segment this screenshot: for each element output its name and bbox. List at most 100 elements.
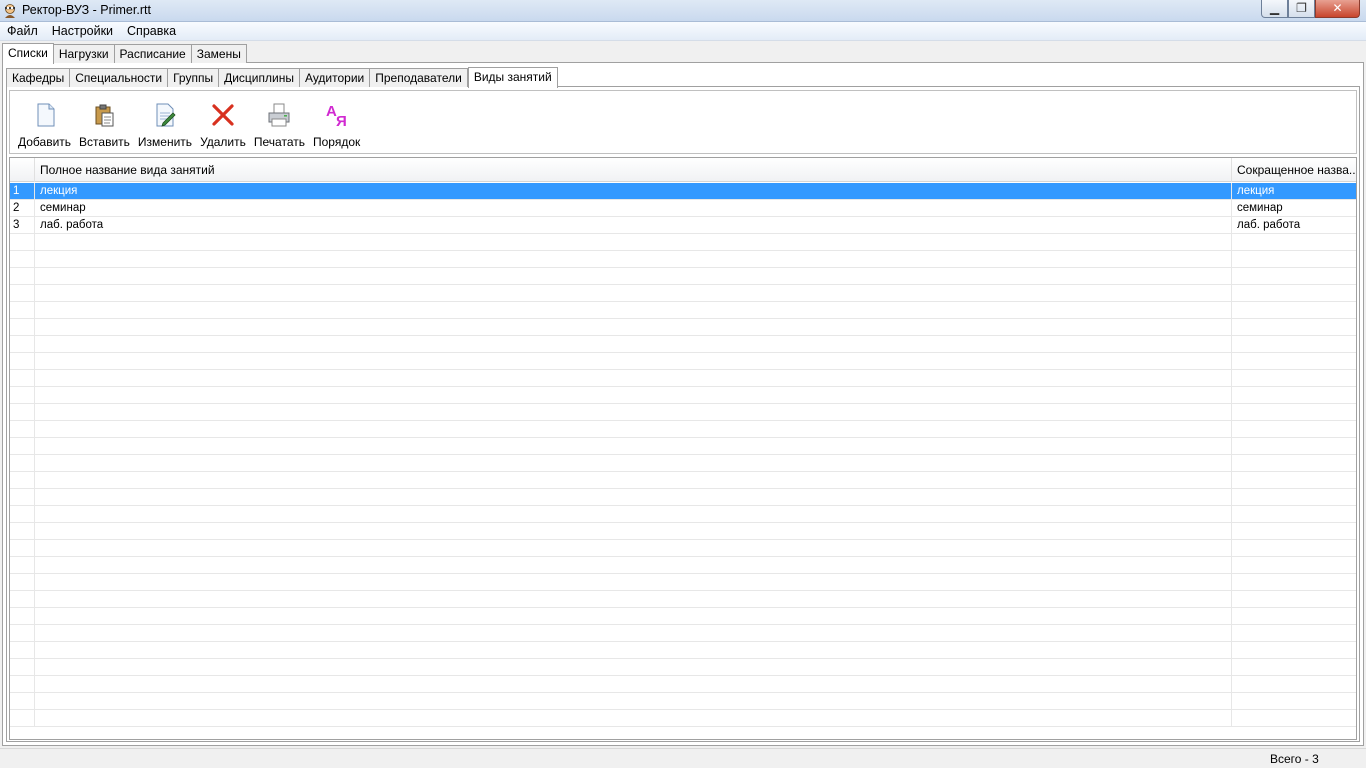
tab-classrooms[interactable]: Аудитории: [299, 68, 371, 87]
tab-class-types[interactable]: Виды занятий: [467, 67, 558, 88]
add-button[interactable]: Добавить: [14, 91, 75, 153]
empty-table-row: [10, 251, 1356, 268]
empty-cell: [10, 302, 35, 318]
empty-cell: [1232, 472, 1356, 488]
empty-cell: [1232, 540, 1356, 556]
empty-cell: [10, 353, 35, 369]
empty-table-row: [10, 268, 1356, 285]
paste-label: Вставить: [79, 135, 130, 149]
empty-cell: [10, 625, 35, 641]
empty-cell: [1232, 421, 1356, 437]
full-name-cell[interactable]: лекция: [35, 183, 1232, 199]
empty-cell: [35, 387, 1232, 403]
empty-cell: [1232, 642, 1356, 658]
tab-groups[interactable]: Группы: [168, 68, 220, 87]
empty-cell: [1232, 404, 1356, 420]
empty-table-row: [10, 336, 1356, 353]
tab-teachers[interactable]: Преподаватели: [370, 68, 468, 87]
empty-cell: [1232, 455, 1356, 471]
window-title: Ректор-ВУЗ - Primer.rtt: [22, 3, 151, 17]
paste-button[interactable]: Вставить: [75, 91, 134, 153]
empty-cell: [1232, 234, 1356, 250]
empty-cell: [1232, 659, 1356, 675]
menu-help[interactable]: Справка: [120, 22, 183, 40]
tab-loads[interactable]: Нагрузки: [53, 44, 115, 63]
tab-schedule[interactable]: Расписание: [114, 44, 192, 63]
empty-cell: [35, 574, 1232, 590]
empty-cell: [35, 693, 1232, 709]
empty-cell: [10, 710, 35, 726]
tab-specialties[interactable]: Специальности: [70, 68, 169, 87]
full-name-cell[interactable]: лаб. работа: [35, 217, 1232, 233]
column-header-full-name[interactable]: Полное название вида занятий: [35, 158, 1232, 182]
paste-icon: [95, 104, 114, 127]
restore-button[interactable]: ❐: [1288, 0, 1315, 18]
toolbar: Добавить Вставить Изменить Удалить Печат…: [9, 90, 1357, 154]
sub-tabs: Кафедры Специальности Группы Дисциплины …: [6, 67, 558, 88]
empty-table-row: [10, 676, 1356, 693]
add-label: Добавить: [18, 135, 72, 149]
svg-text:Я: Я: [336, 113, 347, 129]
empty-table-row: [10, 234, 1356, 251]
edit-button[interactable]: Изменить: [134, 91, 196, 153]
menu-settings[interactable]: Настройки: [45, 22, 120, 40]
empty-cell: [1232, 319, 1356, 335]
edit-icon: [156, 103, 176, 127]
tab-departments[interactable]: Кафедры: [6, 68, 71, 87]
tab-disciplines[interactable]: Дисциплины: [219, 68, 300, 87]
empty-table-row: [10, 472, 1356, 489]
empty-cell: [1232, 676, 1356, 692]
column-header-number[interactable]: [10, 158, 35, 182]
empty-cell: [35, 523, 1232, 539]
empty-cell: [1232, 591, 1356, 607]
empty-cell: [10, 693, 35, 709]
empty-cell: [1232, 353, 1356, 369]
empty-cell: [35, 625, 1232, 641]
empty-cell: [35, 438, 1232, 454]
table-row[interactable]: 2 семинар семинар: [10, 200, 1356, 217]
empty-cell: [35, 268, 1232, 284]
short-name-cell[interactable]: семинар: [1232, 200, 1356, 216]
empty-cell: [35, 336, 1232, 352]
minimize-button[interactable]: ▁: [1261, 0, 1288, 18]
empty-cell: [1232, 693, 1356, 709]
empty-table-row: [10, 659, 1356, 676]
menu-file[interactable]: Файл: [0, 22, 45, 40]
empty-cell: [35, 472, 1232, 488]
empty-cell: [10, 591, 35, 607]
tab-lists[interactable]: Списки: [2, 43, 54, 64]
empty-cell: [10, 676, 35, 692]
table-row[interactable]: 1 лекция лекция: [10, 183, 1356, 200]
order-button[interactable]: A Я Порядок: [309, 91, 364, 153]
short-name-cell[interactable]: лаб. работа: [1232, 217, 1356, 233]
print-button[interactable]: Печатать: [250, 91, 309, 153]
empty-cell: [10, 438, 35, 454]
column-header-short-name[interactable]: Сокращенное назва...: [1232, 158, 1356, 182]
table-body: 1 лекция лекция 2 семинар семинар 3 лаб.…: [10, 183, 1356, 739]
empty-cell: [1232, 251, 1356, 267]
empty-cell: [1232, 557, 1356, 573]
empty-cell: [10, 319, 35, 335]
short-name-cell[interactable]: лекция: [1232, 183, 1356, 199]
empty-table-row: [10, 506, 1356, 523]
empty-cell: [1232, 285, 1356, 301]
status-bar: Всего - 3: [0, 748, 1366, 768]
empty-table-row: [10, 625, 1356, 642]
row-number: 3: [10, 217, 35, 233]
order-label: Порядок: [312, 135, 361, 149]
empty-cell: [35, 370, 1232, 386]
class-types-table[interactable]: Полное название вида занятий Сокращенное…: [9, 157, 1357, 740]
empty-table-row: [10, 523, 1356, 540]
tab-replacements[interactable]: Замены: [191, 44, 247, 63]
delete-button[interactable]: Удалить: [196, 91, 250, 153]
empty-cell: [1232, 523, 1356, 539]
edit-label: Изменить: [137, 135, 193, 149]
full-name-cell[interactable]: семинар: [35, 200, 1232, 216]
close-button[interactable]: ✕: [1315, 0, 1360, 18]
restore-icon: ❐: [1296, 1, 1307, 15]
empty-cell: [10, 336, 35, 352]
table-row[interactable]: 3 лаб. работа лаб. работа: [10, 217, 1356, 234]
empty-cell: [1232, 625, 1356, 641]
empty-table-row: [10, 421, 1356, 438]
row-number: 2: [10, 200, 35, 216]
